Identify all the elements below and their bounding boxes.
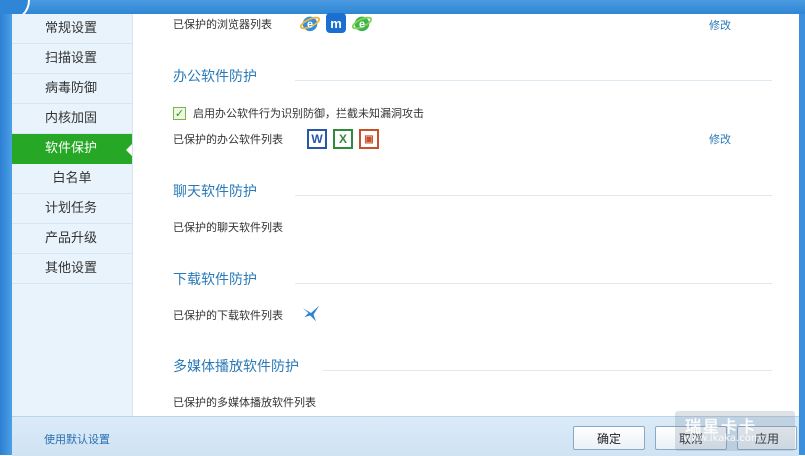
svg-text:e: e — [307, 19, 313, 31]
download-icons — [301, 303, 321, 323]
download-divider — [295, 283, 772, 284]
media-section-title: 多媒体播放软件防护 — [173, 359, 299, 375]
excel-icon: X — [333, 129, 353, 149]
browser-modify-link[interactable]: 修改 — [709, 17, 731, 33]
media-divider — [323, 370, 772, 371]
download-section-title: 下载软件防护 — [173, 272, 257, 288]
media-list-label: 已保护的多媒体播放软件列表 — [173, 396, 316, 409]
chat-divider — [295, 195, 772, 196]
window-left-border — [0, 14, 12, 455]
title-bar — [0, 0, 805, 22]
browser-list-label: 已保护的浏览器列表 — [173, 18, 272, 31]
chat-list-label: 已保护的聊天软件列表 — [173, 221, 283, 234]
watermark: 瑞星卡卡 www.ikaka.com — [675, 411, 795, 451]
office-behavior-label: 启用办公软件行为识别防御，拦截未知漏洞攻击 — [193, 107, 424, 120]
settings-content: 已保护的浏览器列表 e m e 修改 办公软件防护 ✓ 启用办公软件行为识别防御… — [133, 13, 799, 416]
word-icon: W — [307, 129, 327, 149]
ok-button[interactable]: 确定 — [573, 426, 645, 450]
watermark-url: www.ikaka.com — [683, 433, 761, 444]
download-list-label: 已保护的下载软件列表 — [173, 309, 283, 322]
sidebar-item-scan[interactable]: 扫描设置 — [12, 44, 132, 74]
office-icons: W X ▣ — [307, 129, 379, 149]
ie-green-icon: e — [352, 13, 372, 33]
window-right-border — [799, 14, 805, 455]
powerpoint-icon: ▣ — [359, 129, 379, 149]
sidebar-item-software-protection[interactable]: 软件保护 — [12, 134, 132, 164]
chat-section-title: 聊天软件防护 — [173, 184, 257, 200]
office-divider — [295, 80, 772, 81]
office-list-label: 已保护的办公软件列表 — [173, 133, 283, 146]
restore-defaults-link[interactable]: 使用默认设置 — [44, 431, 110, 447]
office-behavior-checkbox[interactable]: ✓ — [173, 106, 186, 120]
sidebar-item-scheduled-tasks[interactable]: 计划任务 — [12, 194, 132, 224]
svg-text:e: e — [359, 19, 365, 31]
sidebar-item-other-settings[interactable]: 其他设置 — [12, 254, 132, 284]
thunder-bird-icon — [301, 303, 321, 323]
office-behavior-option[interactable]: ✓ 启用办公软件行为识别防御，拦截未知漏洞攻击 — [173, 105, 424, 121]
office-modify-link[interactable]: 修改 — [709, 131, 731, 147]
ie-icon: e — [300, 13, 320, 33]
sidebar-item-general[interactable]: 常规设置 — [12, 14, 132, 44]
settings-sidebar: 常规设置 扫描设置 病毒防御 内核加固 软件保护 白名单 计划任务 产品升级 其… — [12, 14, 133, 416]
sidebar-item-virus-defense[interactable]: 病毒防御 — [12, 74, 132, 104]
sidebar-item-kernel-hardening[interactable]: 内核加固 — [12, 104, 132, 134]
browser-icons: e m e — [300, 13, 372, 33]
sidebar-item-whitelist[interactable]: 白名单 — [12, 164, 132, 194]
office-section-title: 办公软件防护 — [173, 69, 257, 85]
maxthon-icon: m — [326, 13, 346, 33]
sidebar-item-product-upgrade[interactable]: 产品升级 — [12, 224, 132, 254]
